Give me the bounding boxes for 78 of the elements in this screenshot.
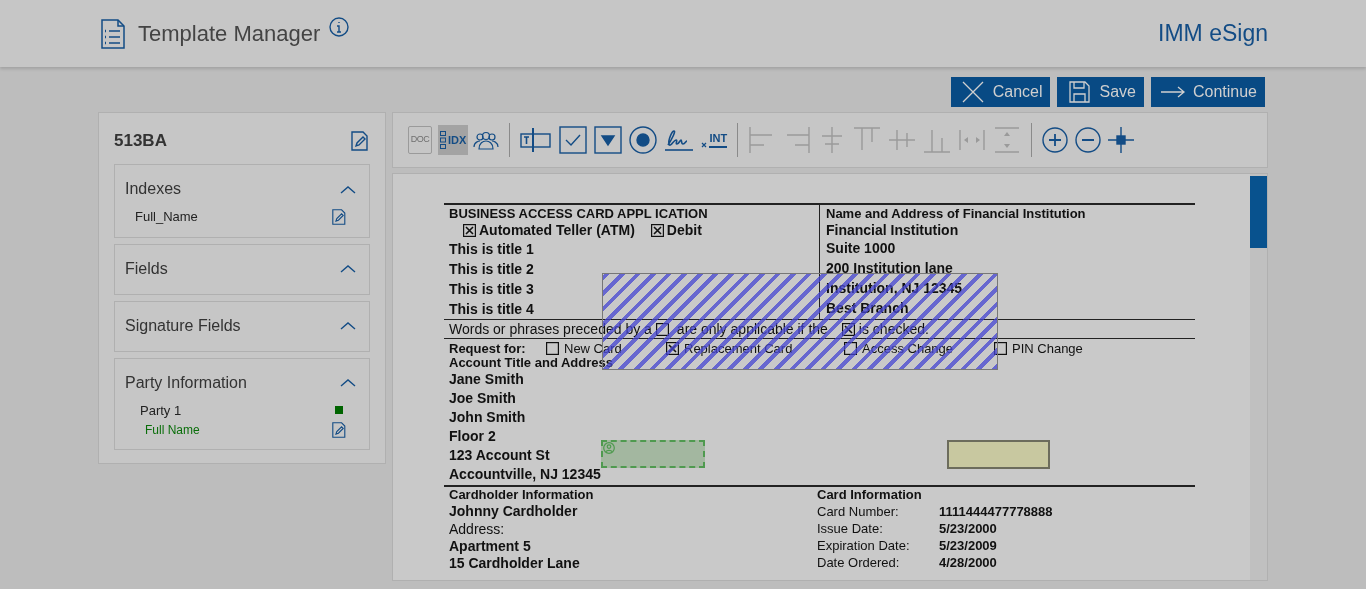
field-value: 4/28/2000: [939, 553, 997, 572]
scrollbar-thumb[interactable]: [1250, 176, 1267, 248]
form-line: 123 Account St: [449, 446, 550, 465]
note-text: Words or phrases preceded by a: [449, 319, 652, 339]
page-title: Template Manager: [138, 20, 321, 48]
form-line: Financial Institution: [826, 221, 959, 240]
field-value: 1111444477778888: [939, 502, 1053, 521]
field-label: Address:: [449, 520, 505, 538]
section-heading: Account Title and Address: [449, 356, 613, 370]
form-line: Joe Smith: [449, 389, 516, 408]
form-line: This is title 4: [449, 300, 534, 319]
form-line: This is title 3: [449, 280, 534, 299]
template-name: 513BA: [114, 129, 167, 152]
form-line: Jane Smith: [449, 370, 524, 389]
note-text: is checked.: [858, 319, 929, 339]
field-label: Date Ordered:: [817, 553, 901, 572]
section-title: Fields: [125, 258, 168, 279]
zoom-out-tool[interactable]: [1073, 125, 1104, 155]
option-label: Automated Teller (ATM): [479, 221, 635, 240]
list-document-icon: [101, 18, 125, 49]
section-heading: Name and Address of Financial Institution: [826, 206, 1087, 222]
field-label: Expiration Date:: [817, 536, 911, 555]
person-icon: [603, 442, 615, 454]
field-value: 5/23/2009: [939, 536, 997, 555]
option-label: PIN Change: [1012, 339, 1083, 358]
dropdown-tool[interactable]: [592, 125, 625, 155]
chevron-up-icon[interactable]: [340, 264, 356, 273]
continue-button[interactable]: Continue: [1150, 77, 1265, 107]
option-label: Replacement Card: [684, 339, 793, 358]
index-name: Full_Name: [135, 208, 198, 226]
cardholder-name: Johnny Cardholder: [449, 503, 578, 520]
party-field-name: Full Name: [145, 422, 200, 439]
edit-icon[interactable]: [351, 130, 368, 151]
request-label: Request for:: [449, 339, 527, 358]
save-button[interactable]: Save: [1057, 77, 1144, 107]
section-title: Party Information: [125, 372, 247, 393]
note-text: are only applicable if the: [676, 319, 828, 339]
option-label: New Card: [564, 339, 622, 358]
crosshair-tool[interactable]: [1106, 125, 1137, 155]
field-value: 5/23/2000: [939, 519, 997, 538]
info-icon[interactable]: [329, 16, 350, 37]
cross-icon: [701, 142, 708, 148]
chevron-up-icon[interactable]: [340, 378, 356, 387]
radio-button-tool[interactable]: [627, 125, 660, 155]
form-line: Accountville, NJ 12345: [449, 465, 601, 484]
cancel-button[interactable]: Cancel: [950, 77, 1051, 107]
option-label: Debit: [666, 221, 702, 240]
form-line: This is title 1: [449, 240, 534, 259]
brand-name: IMM eSign: [1158, 19, 1268, 49]
initials-tool[interactable]: INT: [699, 125, 730, 155]
list-icon: [440, 131, 446, 149]
form-line: John Smith: [449, 408, 526, 427]
form-line: This is title 2: [449, 260, 534, 279]
form-line: 200 Institution lane: [826, 259, 953, 278]
edit-icon[interactable]: [332, 422, 346, 438]
form-line: Floor 2: [449, 427, 496, 446]
party-name: Party 1: [140, 401, 182, 420]
form-line: Apartment 5: [449, 538, 531, 555]
option-label: Access Change: [862, 339, 954, 358]
section-title: Signature Fields: [125, 315, 241, 336]
index-tool[interactable]: IDX: [438, 125, 469, 155]
form-line: 15 Cardholder Lane: [449, 555, 580, 572]
form-line: Suite 1000: [826, 239, 896, 258]
signature-field[interactable]: [601, 440, 705, 468]
chevron-up-icon[interactable]: [340, 321, 356, 330]
field-label: Issue Date:: [817, 519, 884, 538]
section-title: Indexes: [125, 179, 182, 199]
chevron-up-icon[interactable]: [340, 184, 356, 194]
edit-icon[interactable]: [332, 208, 346, 225]
form-line: Best Branch: [826, 299, 909, 318]
form-line: Institution, NJ 12345: [826, 279, 963, 298]
section-heading: Cardholder Information: [449, 487, 595, 503]
input-field[interactable]: [947, 440, 1050, 469]
checkbox-tool[interactable]: [557, 125, 590, 155]
section-heading: Card Information: [817, 487, 923, 503]
field-label: Card Number:: [817, 502, 900, 521]
zoom-in-tool[interactable]: [1040, 125, 1071, 155]
form-title: BUSINESS ACCESS CARD APPL ICATION: [449, 206, 709, 222]
